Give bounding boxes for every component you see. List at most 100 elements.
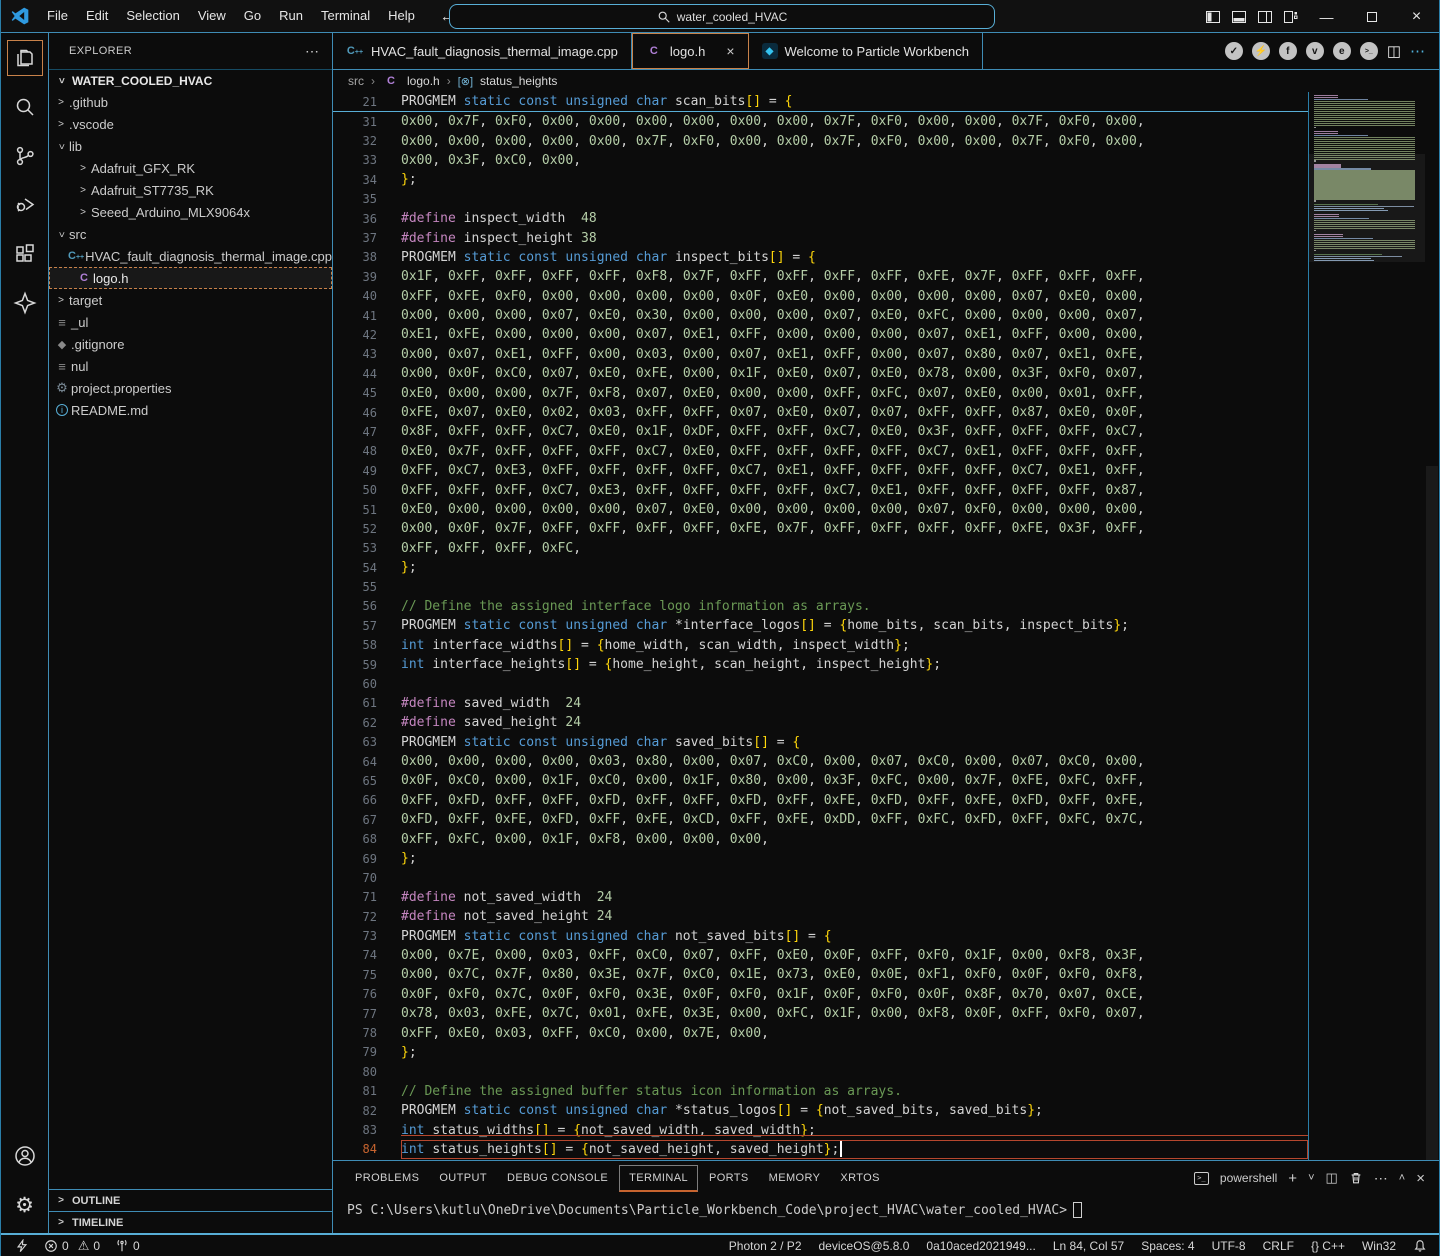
code-line-51[interactable]: 510xE0, 0x00, 0x00, 0x00, 0x00, 0x07, 0x… [333,500,1439,519]
maximize-button[interactable] [1349,0,1394,33]
code-line-46[interactable]: 460xFE, 0x07, 0xE0, 0x02, 0x03, 0xFF, 0x… [333,403,1439,422]
close-window-button[interactable]: × [1394,0,1439,33]
tree-item-src[interactable]: ˃src [49,223,332,245]
status-item-deviceos-5-8-0[interactable]: deviceOS@5.8.0 [819,1239,910,1253]
panel-tab-debug-console[interactable]: DEBUG CONSOLE [498,1166,617,1190]
code-line-48[interactable]: 480xE0, 0x7F, 0xFF, 0xFF, 0xFF, 0xC7, 0x… [333,442,1439,461]
maximize-panel-icon[interactable]: ˄ [1399,1172,1405,1184]
toggle-sidebar-icon[interactable] [1200,0,1226,33]
code-line-50[interactable]: 500xFF, 0xFF, 0xFF, 0xC7, 0xE3, 0xFF, 0x… [333,480,1439,499]
tree-item--gitignore[interactable]: ◆.gitignore [49,333,332,355]
tab-logo-h[interactable]: Clogo.h× [632,33,749,69]
code-line-32[interactable]: 320x00, 0x00, 0x00, 0x00, 0x00, 0x7F, 0x… [333,131,1439,150]
terminal-content[interactable]: PS C:\Users\kutlu\OneDrive\Documents\Par… [333,1195,1439,1218]
action-e-icon[interactable]: e [1333,42,1351,60]
extensions-icon[interactable] [7,236,43,272]
code-line-31[interactable]: 310x00, 0x7F, 0xF0, 0x00, 0x00, 0x00, 0x… [333,112,1439,131]
status-item-ln-84-col-57[interactable]: Ln 84, Col 57 [1053,1239,1124,1253]
menu-selection[interactable]: Selection [117,0,188,32]
action-v-icon[interactable]: v [1306,42,1324,60]
status-item-photon-2-p2[interactable]: Photon 2 / P2 [729,1239,802,1253]
code-line-62[interactable]: 62#define saved_height 24 [333,713,1439,732]
close-tab-icon[interactable]: × [726,43,734,59]
tree-item--ul[interactable]: ≡_ul [49,311,332,333]
breadcrumb-file[interactable]: logo.h [407,74,440,88]
status-item-utf-8[interactable]: UTF-8 [1212,1239,1246,1253]
tree-item--github[interactable]: ˃.github [49,91,332,113]
editor-more-actions-icon[interactable]: ⋯ [1410,42,1426,60]
status-item-win32[interactable]: Win32 [1362,1239,1396,1253]
code-line-67[interactable]: 670xFD, 0xFF, 0xFE, 0xFD, 0xFF, 0xFE, 0x… [333,810,1439,829]
code-line-65[interactable]: 650x0F, 0xC0, 0x00, 0x1F, 0xC0, 0x00, 0x… [333,771,1439,790]
panel-tab-memory[interactable]: MEMORY [760,1166,830,1190]
action-check-icon[interactable]: ✓ [1225,42,1243,60]
code-line-72[interactable]: 72#define not_saved_height 24 [333,907,1439,926]
action-f-icon[interactable]: f [1279,42,1297,60]
code-line-77[interactable]: 770x78, 0x03, 0xFE, 0x7C, 0x01, 0xFE, 0x… [333,1004,1439,1023]
code-line-49[interactable]: 490xFF, 0xC7, 0xE3, 0xFF, 0xFF, 0xFF, 0x… [333,461,1439,480]
code-line-81[interactable]: 81// Define the assigned buffer status i… [333,1082,1439,1101]
code-line-63[interactable]: 63PROGMEM static const unsigned char sav… [333,733,1439,752]
code-line-61[interactable]: 61#define saved_width 24 [333,694,1439,713]
code-line-34[interactable]: 34}; [333,170,1439,189]
code-line-60[interactable]: 60 [333,674,1439,693]
menu-help[interactable]: Help [379,0,424,32]
code-line-33[interactable]: 330x00, 0x3F, 0xC0, 0x00, [333,151,1439,170]
tree-item--vscode[interactable]: ˃.vscode [49,113,332,135]
code-line-59[interactable]: 59int interface_heights[] = {home_height… [333,655,1439,674]
code-line-54[interactable]: 54}; [333,558,1439,577]
tree-item-logo-h[interactable]: Clogo.h [49,267,332,289]
settings-gear-icon[interactable]: ⚙ [7,1187,43,1223]
menu-run[interactable]: Run [270,0,312,32]
panel-tab-problems[interactable]: PROBLEMS [346,1166,428,1190]
close-panel-icon[interactable]: × [1416,1170,1425,1187]
notifications-bell-icon[interactable] [1413,1239,1427,1253]
code-line-70[interactable]: 70 [333,868,1439,887]
explorer-icon[interactable] [7,40,43,76]
kill-terminal-icon[interactable] [1349,1171,1363,1185]
explorer-more-actions-icon[interactable]: ⋯ [305,43,320,60]
code-line-79[interactable]: 79}; [333,1043,1439,1062]
shell-label[interactable]: powershell [1220,1171,1277,1185]
sticky-scroll-line[interactable]: 21PROGMEM static const unsigned char sca… [333,92,1308,112]
terminal-dropdown-icon[interactable]: ˅ [1308,1172,1314,1184]
status-item-spaces-4[interactable]: Spaces: 4 [1141,1239,1194,1253]
code-line-36[interactable]: 36#define inspect_width 48 [333,209,1439,228]
breadcrumb-symbol[interactable]: status_heights [480,74,557,88]
panel-tab-ports[interactable]: PORTS [700,1166,758,1190]
code-line-73[interactable]: 73PROGMEM static const unsigned char not… [333,926,1439,945]
status-item-c[interactable]: {} C++ [1311,1239,1345,1253]
errors-warnings[interactable]: 0 ⚠ 0 [44,1238,100,1254]
new-terminal-icon[interactable]: + [1288,1170,1297,1187]
code-line-44[interactable]: 440x00, 0x0F, 0xC0, 0x07, 0xE0, 0xFE, 0x… [333,364,1439,383]
explorer-root-folder[interactable]: ˃ WATER_COOLED_HVAC [49,69,332,91]
menu-view[interactable]: View [189,0,235,32]
code-line-57[interactable]: 57PROGMEM static const unsigned char *in… [333,616,1439,635]
action-flash-icon[interactable]: ⚡ [1252,42,1270,60]
editor-scrollbar[interactable] [1425,92,1439,1160]
code-line-45[interactable]: 450xE0, 0x00, 0x00, 0x7F, 0xF8, 0x07, 0x… [333,383,1439,402]
tree-item-project-properties[interactable]: ⚙project.properties [49,377,332,399]
toggle-secondary-sidebar-icon[interactable] [1252,0,1278,33]
code-line-47[interactable]: 470x8F, 0xFF, 0xFF, 0xC7, 0xE0, 0x1F, 0x… [333,422,1439,441]
panel-tab-output[interactable]: OUTPUT [430,1166,496,1190]
action-terminal-icon[interactable]: >_ [1360,42,1378,60]
command-center-search[interactable]: water_cooled_HVAC [449,4,995,29]
code-line-80[interactable]: 80 [333,1062,1439,1081]
tree-item-target[interactable]: ˃target [49,289,332,311]
menu-edit[interactable]: Edit [77,0,117,32]
code-line-56[interactable]: 56// Define the assigned interface logo … [333,597,1439,616]
panel-tab-xrtos[interactable]: XRTOS [831,1166,889,1190]
code-line-52[interactable]: 520x00, 0x0F, 0x7F, 0xFF, 0xFF, 0xFF, 0x… [333,519,1439,538]
code-line-82[interactable]: 82PROGMEM static const unsigned char *st… [333,1101,1439,1120]
code-line-53[interactable]: 530xFF, 0xFF, 0xFF, 0xFC, [333,539,1439,558]
timeline-section[interactable]: ˃ TIMELINE [49,1211,332,1233]
code-line-75[interactable]: 750x00, 0x7C, 0x7F, 0x80, 0x3E, 0x7F, 0x… [333,965,1439,984]
panel-more-actions-icon[interactable]: ⋯ [1374,1170,1388,1187]
code-line-76[interactable]: 760x0F, 0xF0, 0x7C, 0x0F, 0xF0, 0x3E, 0x… [333,985,1439,1004]
minimize-button[interactable]: — [1304,0,1349,33]
status-item-crlf[interactable]: CRLF [1263,1239,1294,1253]
code-line-74[interactable]: 740x00, 0x7E, 0x00, 0x03, 0xFF, 0xC0, 0x… [333,946,1439,965]
tree-item-seeed-arduino-mlx9064x[interactable]: ˃Seeed_Arduino_MLX9064x [49,201,332,223]
split-terminal-icon[interactable]: ◫ [1326,1170,1338,1186]
